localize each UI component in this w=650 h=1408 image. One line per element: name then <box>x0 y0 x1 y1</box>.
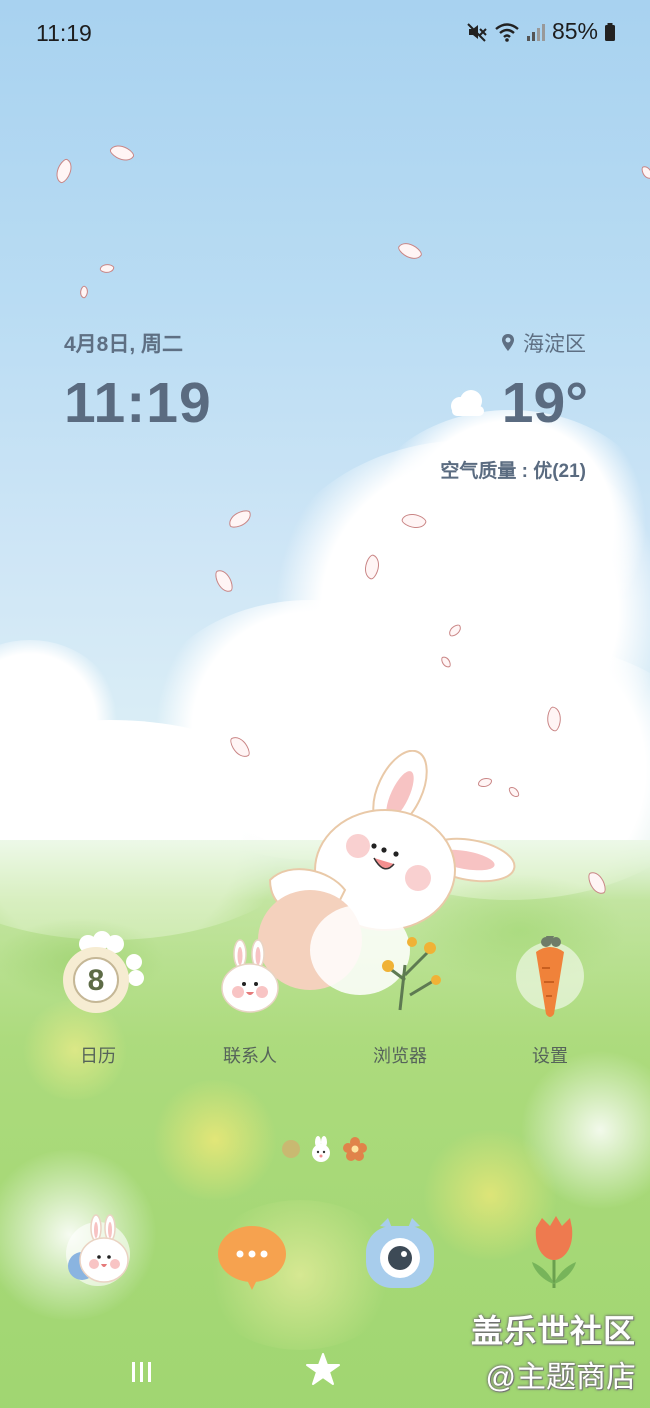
home-icon[interactable] <box>305 1352 341 1388</box>
battery-icon <box>605 22 615 41</box>
widget-date: 4月8日, 周二 <box>64 333 184 356</box>
widget-location: 海淀区 <box>501 328 586 358</box>
location-text: 海淀区 <box>523 333 586 356</box>
page-indicator[interactable] <box>282 1136 368 1162</box>
contacts-icon <box>210 938 290 1018</box>
signal-icon <box>526 23 545 41</box>
settings-icon <box>510 936 590 1018</box>
navigation-bar <box>0 1340 650 1408</box>
app-settings[interactable]: 设置 <box>490 936 610 1068</box>
recent-apps-icon[interactable] <box>128 1358 156 1386</box>
weather-row: 19° <box>446 370 588 436</box>
app-calendar[interactable]: 8 日历 <box>38 931 158 1068</box>
app-label: 联系人 <box>223 1046 277 1066</box>
calendar-icon: 8 <box>58 931 144 1018</box>
app-label: 日历 <box>80 1046 116 1066</box>
camera-icon[interactable] <box>362 1216 438 1292</box>
calendar-badge: 8 <box>88 964 105 997</box>
messages-icon[interactable] <box>214 1218 290 1294</box>
location-pin-icon <box>502 334 514 351</box>
wifi-icon <box>495 22 519 42</box>
gallery-icon[interactable] <box>516 1214 592 1290</box>
app-browser[interactable]: 浏览器 <box>340 938 460 1068</box>
phone-icon[interactable] <box>60 1214 136 1290</box>
app-label: 设置 <box>532 1046 568 1066</box>
app-label: 浏览器 <box>373 1046 427 1066</box>
status-bar: 11:19 85% <box>0 0 650 66</box>
temperature: 19° <box>501 371 588 435</box>
cloud-icon <box>450 390 484 416</box>
air-quality: 空气质量 : 优(21) <box>440 461 586 482</box>
status-icons: 85% <box>466 18 616 45</box>
status-time: 11:19 <box>36 20 92 46</box>
app-contacts[interactable]: 联系人 <box>190 938 310 1068</box>
home-screen: 11:19 85% 4月8日, 周二 11:19 海淀区 19° 空气质量: … <box>0 0 650 1408</box>
mute-icon <box>467 22 487 42</box>
page-dot-bunny-icon <box>312 1136 330 1162</box>
page-dot-flower-icon <box>282 1140 300 1158</box>
battery-percent: 85% <box>551 18 598 44</box>
widget-time: 11:19 <box>64 371 212 435</box>
browser-icon <box>360 938 440 1018</box>
page-dot-flower-icon <box>343 1137 367 1161</box>
